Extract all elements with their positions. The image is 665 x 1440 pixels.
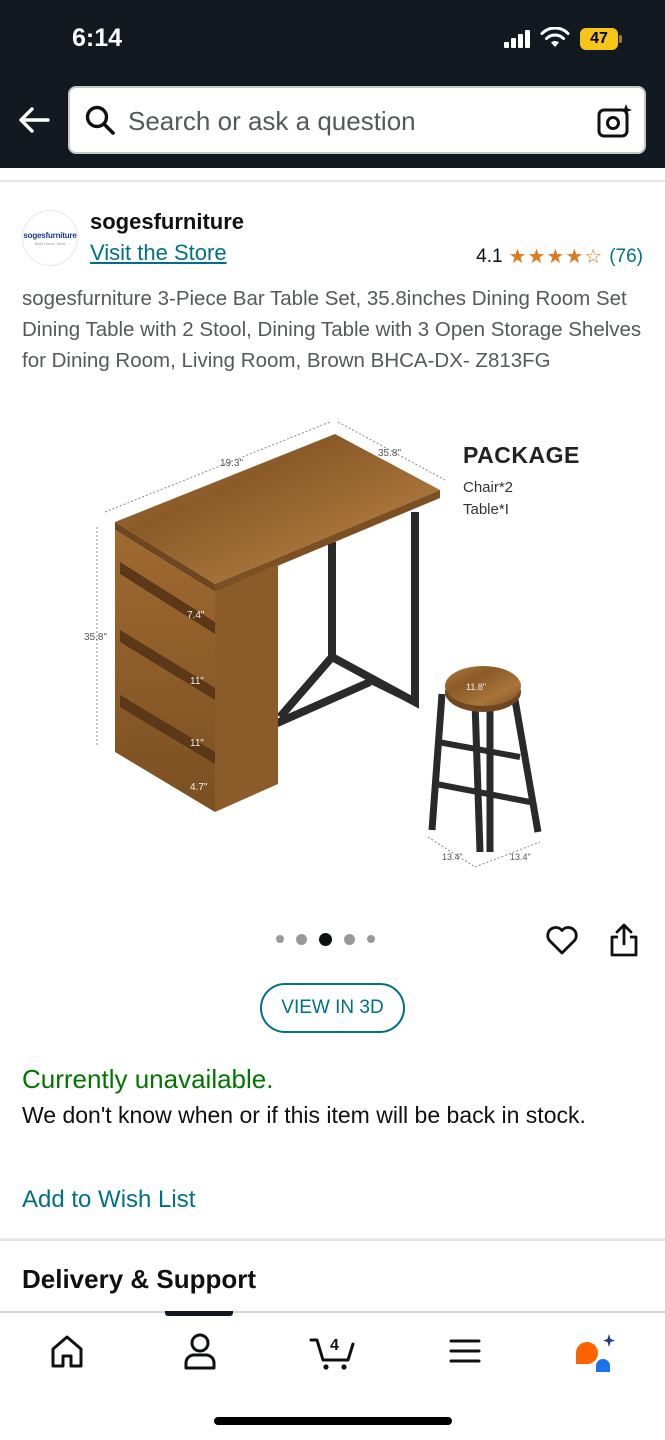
package-line-1: Chair*2 bbox=[463, 479, 514, 496]
rating-value: 4.1 bbox=[476, 245, 503, 267]
cart-icon[interactable]: 4 bbox=[308, 1330, 358, 1372]
availability-note: We don't know when or if this item will … bbox=[22, 1102, 586, 1128]
account-icon[interactable] bbox=[175, 1330, 225, 1372]
search-icon bbox=[85, 105, 115, 135]
search-input[interactable] bbox=[128, 102, 578, 140]
home-indicator bbox=[214, 1417, 452, 1425]
dim-shelf3-label: 11" bbox=[190, 738, 204, 749]
image-carousel-indicator[interactable] bbox=[276, 930, 387, 948]
dim-base-label: 4.7" bbox=[190, 782, 208, 793]
carousel-dot[interactable] bbox=[367, 935, 375, 943]
divider bbox=[0, 1238, 665, 1241]
share-icon[interactable] bbox=[608, 922, 640, 958]
dim-stool-top-label: 11.8" bbox=[466, 682, 486, 692]
brand-logo[interactable]: sogesfurniture Best Home, Best bbox=[22, 210, 78, 266]
rufus-assistant-icon[interactable] bbox=[572, 1330, 622, 1372]
camera-lens-icon[interactable] bbox=[596, 102, 634, 140]
dim-depth-label: 35.8" bbox=[378, 448, 401, 459]
dim-shelf2-label: 11" bbox=[190, 676, 204, 687]
battery-icon: 47 bbox=[580, 28, 622, 50]
dim-shelf1-label: 7.4" bbox=[187, 610, 205, 621]
divider bbox=[0, 180, 665, 182]
dim-stool-w2-label: 13.4" bbox=[510, 852, 531, 862]
dim-stool-w1-label: 13.4" bbox=[442, 852, 463, 862]
carousel-dot[interactable] bbox=[344, 933, 355, 945]
view-in-3d-button[interactable]: VIEW IN 3D bbox=[260, 983, 405, 1033]
package-line-2: Table*I bbox=[463, 501, 509, 518]
rating-summary[interactable]: 4.1 ★★★★☆ (76) bbox=[476, 244, 643, 269]
cart-count: 4 bbox=[330, 1337, 339, 1354]
back-arrow-icon[interactable] bbox=[16, 100, 54, 140]
product-image[interactable]: 19.3" 35.8" 35.8" 7.4" 11" 11" 4.7" 11.8… bbox=[70, 412, 600, 882]
wifi-icon bbox=[540, 27, 570, 47]
battery-level: 47 bbox=[590, 30, 608, 47]
carousel-dot-active[interactable] bbox=[319, 932, 332, 946]
visit-store-link[interactable]: Visit the Store bbox=[90, 240, 227, 266]
delivery-support-heading: Delivery & Support bbox=[22, 1264, 257, 1294]
rating-count[interactable]: (76) bbox=[609, 246, 643, 268]
cellular-signal-icon bbox=[504, 30, 530, 48]
carousel-dot[interactable] bbox=[296, 933, 307, 945]
home-icon[interactable] bbox=[42, 1330, 92, 1372]
add-to-wish-list-link[interactable]: Add to Wish List bbox=[22, 1186, 195, 1214]
product-title: sogesfurniture 3-Piece Bar Table Set, 35… bbox=[22, 287, 642, 372]
package-title: PACKAGE bbox=[463, 442, 580, 468]
carousel-dot[interactable] bbox=[276, 935, 284, 943]
status-time: 6:14 bbox=[72, 24, 123, 52]
active-tab-indicator bbox=[165, 1311, 233, 1316]
dim-height-label: 35.8" bbox=[84, 632, 107, 643]
star-rating-icon: ★★★★☆ bbox=[508, 246, 604, 268]
heart-icon[interactable] bbox=[545, 923, 579, 957]
availability-status: Currently unavailable. bbox=[22, 1064, 274, 1094]
dim-width-label: 19.3" bbox=[220, 458, 243, 469]
brand-name: sogesfurniture bbox=[90, 209, 245, 234]
search-bar[interactable] bbox=[68, 86, 646, 154]
menu-icon[interactable] bbox=[440, 1330, 490, 1372]
